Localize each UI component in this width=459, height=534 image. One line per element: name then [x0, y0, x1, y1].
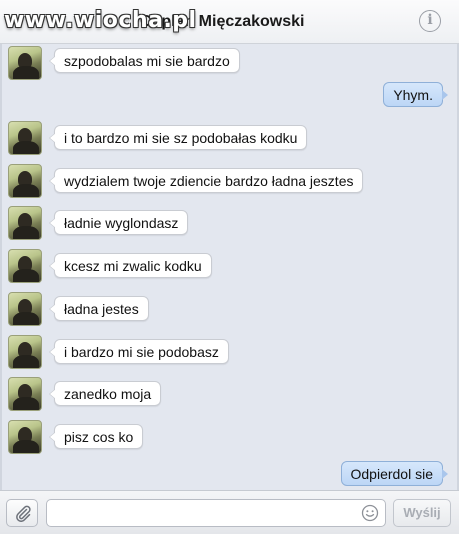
- messenger-window: www.wiocha.pl Coplan Mięczakowski i szpo…: [0, 0, 459, 534]
- incoming-message-bubble: ładna jestes: [49, 296, 149, 321]
- message-row: wydzialem twoje zdiencie bardzo ładna je…: [2, 164, 457, 200]
- incoming-message-bubble: i bardzo mi sie podobasz: [49, 339, 229, 364]
- paperclip-icon: [16, 505, 31, 522]
- outgoing-message-bubble: Yhym.: [383, 82, 448, 107]
- message-composer: Wyślij: [0, 490, 459, 534]
- message-row: pisz cos ko: [2, 420, 457, 456]
- contact-avatar[interactable]: [8, 164, 42, 198]
- contact-avatar[interactable]: [8, 121, 42, 155]
- contact-avatar[interactable]: [8, 335, 42, 369]
- contact-avatar[interactable]: [8, 206, 42, 240]
- smiley-icon[interactable]: [361, 504, 379, 522]
- site-watermark: www.wiocha.pl: [4, 8, 197, 33]
- incoming-message-bubble: ładnie wyglondasz: [48, 210, 189, 235]
- message-row: Yhym.: [2, 82, 457, 118]
- contact-avatar[interactable]: [8, 46, 42, 80]
- info-icon[interactable]: i: [419, 10, 441, 32]
- conversation-area[interactable]: szpodobalas mi sie bardzo Yhym. i to bar…: [0, 44, 459, 490]
- message-row: zanedko moja: [2, 377, 457, 413]
- outgoing-message-bubble: Odpierdol sie: [340, 461, 448, 486]
- attach-button[interactable]: [6, 499, 38, 527]
- message-row: i bardzo mi sie podobasz: [2, 335, 457, 371]
- chat-header: www.wiocha.pl Coplan Mięczakowski i: [0, 0, 459, 44]
- incoming-message-bubble: i to bardzo mi sie sz podobałas kodku: [48, 125, 308, 150]
- incoming-message-bubble: wydzialem twoje zdiencie bardzo ładna je…: [48, 168, 364, 193]
- contact-avatar[interactable]: [8, 420, 42, 454]
- message-row: szpodobalas mi sie bardzo: [2, 46, 457, 83]
- message-row: i to bardzo mi sie sz podobałas kodku: [2, 121, 457, 157]
- contact-avatar[interactable]: [8, 292, 42, 326]
- incoming-message-bubble: zanedko moja: [48, 381, 162, 406]
- contact-avatar[interactable]: [8, 377, 42, 411]
- incoming-message-bubble: szpodobalas mi sie bardzo: [49, 48, 240, 73]
- incoming-message-bubble: pisz cos ko: [48, 424, 144, 449]
- incoming-message-bubble: kcesz mi zwalic kodku: [49, 253, 212, 278]
- message-row: kcesz mi zwalic kodku: [2, 249, 457, 285]
- message-input[interactable]: [46, 499, 386, 527]
- send-button[interactable]: Wyślij: [393, 499, 451, 527]
- contact-avatar[interactable]: [8, 249, 42, 283]
- message-row: ładna jestes: [2, 292, 457, 328]
- message-row: ładnie wyglondasz: [2, 206, 457, 242]
